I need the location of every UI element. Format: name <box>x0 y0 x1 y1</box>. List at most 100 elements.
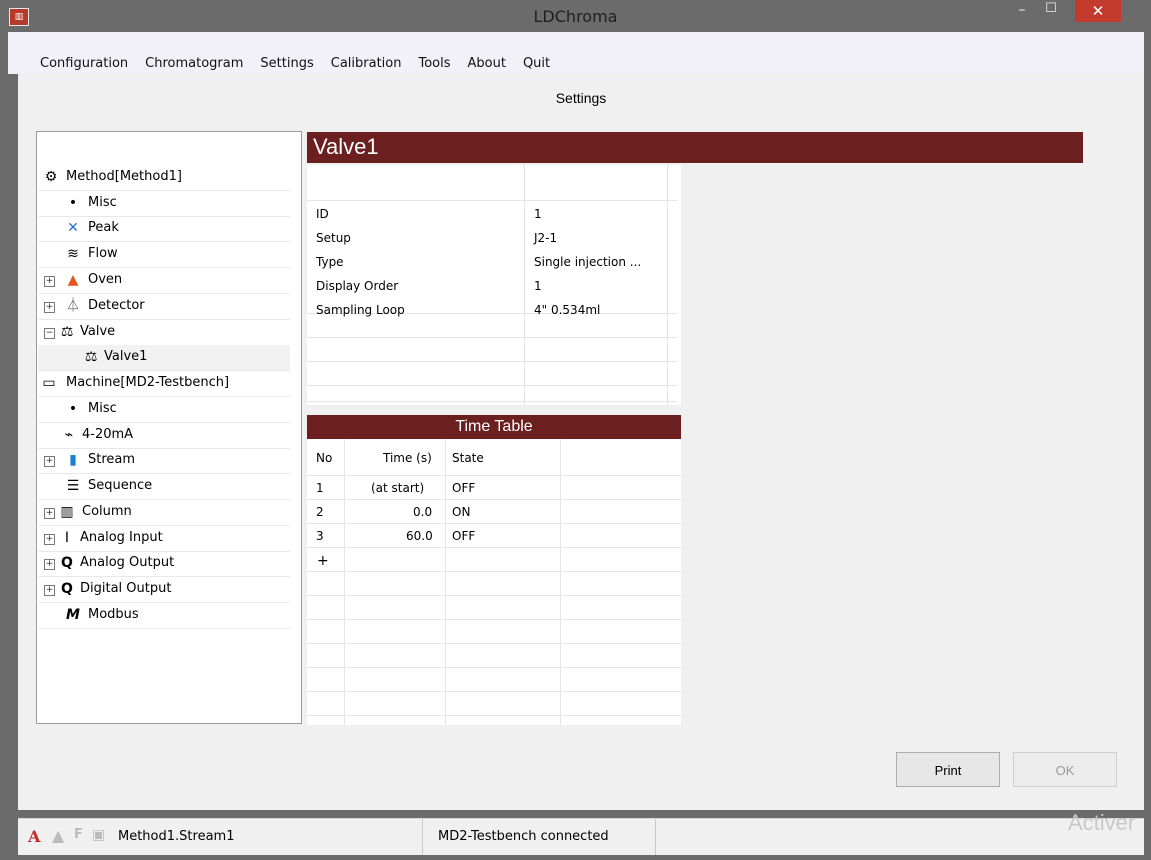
tree-item-label: Column <box>82 504 132 519</box>
row-state[interactable]: OFF <box>452 481 475 495</box>
status-method: Method1.Stream1 <box>118 829 235 844</box>
menu: Configuration Chromatogram Settings Cali… <box>40 56 567 71</box>
tree-item-label: Misc <box>88 195 117 210</box>
list-icon: ☰ <box>66 478 80 494</box>
menu-quit[interactable]: Quit <box>523 56 550 71</box>
tree-item-analog-output[interactable]: + Q Analog Output <box>38 551 290 577</box>
bullet-icon: • <box>68 401 78 417</box>
tree-item-misc-machine[interactable]: • Misc <box>38 397 290 423</box>
prop-value[interactable]: Single injection ... <box>534 255 641 269</box>
tree-item-label: Peak <box>88 220 119 235</box>
tree-item-flow[interactable]: ≋ Flow <box>38 242 290 268</box>
expand-icon[interactable]: + <box>44 559 55 570</box>
tree-item-label: Detector <box>88 298 145 313</box>
column-icon: ▥ <box>60 504 74 520</box>
menu-settings[interactable]: Settings <box>260 56 313 71</box>
prop-name: Setup <box>316 231 351 245</box>
tree-item-method[interactable]: ⚙ Method[Method1] <box>38 165 290 191</box>
row-time[interactable]: 0.0 <box>413 505 432 519</box>
menu-chromatogram[interactable]: Chromatogram <box>145 56 243 71</box>
prop-value[interactable]: 1 <box>534 207 542 221</box>
tree-item-label: Oven <box>88 272 123 287</box>
column-header-no: No <box>316 451 333 465</box>
settings-tree: ⚙ Method[Method1] • Misc ✕ Peak ≋ Flow +… <box>36 131 302 724</box>
tree-item-digital-output[interactable]: + Q Digital Output <box>38 577 290 603</box>
fault-icon[interactable]: F <box>74 827 83 842</box>
tree-item-label: 4-20mA <box>82 427 134 442</box>
properties-grid: ID 1 Setup J2-1 Type Single injection ..… <box>307 165 681 405</box>
alarm-icon[interactable]: A <box>28 827 40 846</box>
expand-icon[interactable]: + <box>44 508 55 519</box>
column-header-state: State <box>452 451 484 465</box>
expand-icon[interactable]: + <box>44 585 55 596</box>
tree-item-4-20ma[interactable]: ⌁ 4-20mA <box>38 423 290 449</box>
minimize-button[interactable]: – <box>1008 2 1036 26</box>
print-button[interactable]: Print <box>896 752 1000 787</box>
valve-icon: ⚖ <box>84 349 98 365</box>
tree-item-valve[interactable]: − ⚖ Valve <box>38 320 290 346</box>
activation-watermark: Activer <box>1068 810 1136 835</box>
prop-value[interactable]: J2-1 <box>534 231 557 245</box>
maximize-button[interactable]: ☐ <box>1036 1 1066 25</box>
window-title: LDChroma <box>533 7 618 26</box>
tree-item-label: Valve1 <box>104 349 148 364</box>
prop-value[interactable]: 4" 0.534ml <box>534 303 600 317</box>
close-button[interactable]: ✕ <box>1075 0 1121 22</box>
tree-item-valve1[interactable]: ⚖ Valve1 <box>38 345 290 371</box>
app-window: ▥ LDChroma – ☐ ✕ Configuration Chromatog… <box>0 0 1151 860</box>
flame-icon: ▲ <box>67 272 79 288</box>
tree-item-sequence[interactable]: ☰ Sequence <box>38 474 290 500</box>
prop-name: Sampling Loop <box>316 303 405 317</box>
expand-icon[interactable]: + <box>44 276 55 287</box>
flow-icon: ≋ <box>67 246 79 262</box>
prop-name: Display Order <box>316 279 399 293</box>
expand-icon[interactable]: + <box>44 534 55 545</box>
time-table: No Time (s) State 1 (at start) OFF 2 0.0… <box>307 439 681 725</box>
row-time[interactable]: (at start) <box>371 481 424 495</box>
row-state[interactable]: OFF <box>452 529 475 543</box>
menu-calibration[interactable]: Calibration <box>331 56 402 71</box>
tree-item-label: Flow <box>88 246 118 261</box>
prop-value[interactable]: 1 <box>534 279 542 293</box>
tree-item-detector[interactable]: + ⏃ Detector <box>38 294 290 320</box>
warning-icon[interactable]: ▲ <box>52 826 64 845</box>
analog-input-icon: Ⅰ <box>64 530 70 546</box>
tree-item-label: Modbus <box>88 607 139 622</box>
tree-item-machine[interactable]: ▭ Machine[MD2-Testbench] <box>38 371 290 397</box>
row-no[interactable]: 2 <box>316 505 324 519</box>
menu-about[interactable]: About <box>468 56 506 71</box>
tree-item-column[interactable]: + ▥ Column <box>38 500 290 526</box>
tree-item-peak[interactable]: ✕ Peak <box>38 216 290 242</box>
collapse-icon[interactable]: − <box>44 328 55 339</box>
tree-item-modbus[interactable]: M Modbus <box>38 603 290 629</box>
detector-icon: ⏃ <box>66 298 80 314</box>
resistor-icon: ⌁ <box>64 427 74 443</box>
tree-item-label: Misc <box>88 401 117 416</box>
ok-button[interactable]: OK <box>1013 752 1117 787</box>
tree-item-label: Method[Method1] <box>66 169 182 184</box>
row-no[interactable]: 3 <box>316 529 324 543</box>
tree-item-stream[interactable]: + ▮ Stream <box>38 448 290 474</box>
row-state[interactable]: ON <box>452 505 470 519</box>
menu-configuration[interactable]: Configuration <box>40 56 128 71</box>
expand-icon[interactable]: + <box>44 302 55 313</box>
add-row-button[interactable]: + <box>317 553 329 569</box>
tree-item-label: Sequence <box>88 478 153 493</box>
panel-header: Valve1 <box>307 132 1083 163</box>
row-time[interactable]: 60.0 <box>406 529 433 543</box>
tree-item-label: Analog Input <box>80 530 163 545</box>
save-icon[interactable]: ▣ <box>92 827 105 843</box>
digital-output-icon: Q <box>61 581 73 597</box>
tree-item-oven[interactable]: + ▲ Oven <box>38 268 290 294</box>
prop-name: Type <box>316 255 344 269</box>
tree-item-analog-input[interactable]: + Ⅰ Analog Input <box>38 526 290 552</box>
valve-icon: ⚖ <box>60 324 74 340</box>
bottle-icon: ▮ <box>69 452 77 468</box>
menu-tools[interactable]: Tools <box>418 56 450 71</box>
tree-item-label: Valve <box>80 324 116 339</box>
row-no[interactable]: 1 <box>316 481 324 495</box>
tree-item-label: Analog Output <box>80 555 175 570</box>
time-table-header: Time Table <box>307 415 681 439</box>
tree-item-misc[interactable]: • Misc <box>38 191 290 217</box>
expand-icon[interactable]: + <box>44 456 55 467</box>
